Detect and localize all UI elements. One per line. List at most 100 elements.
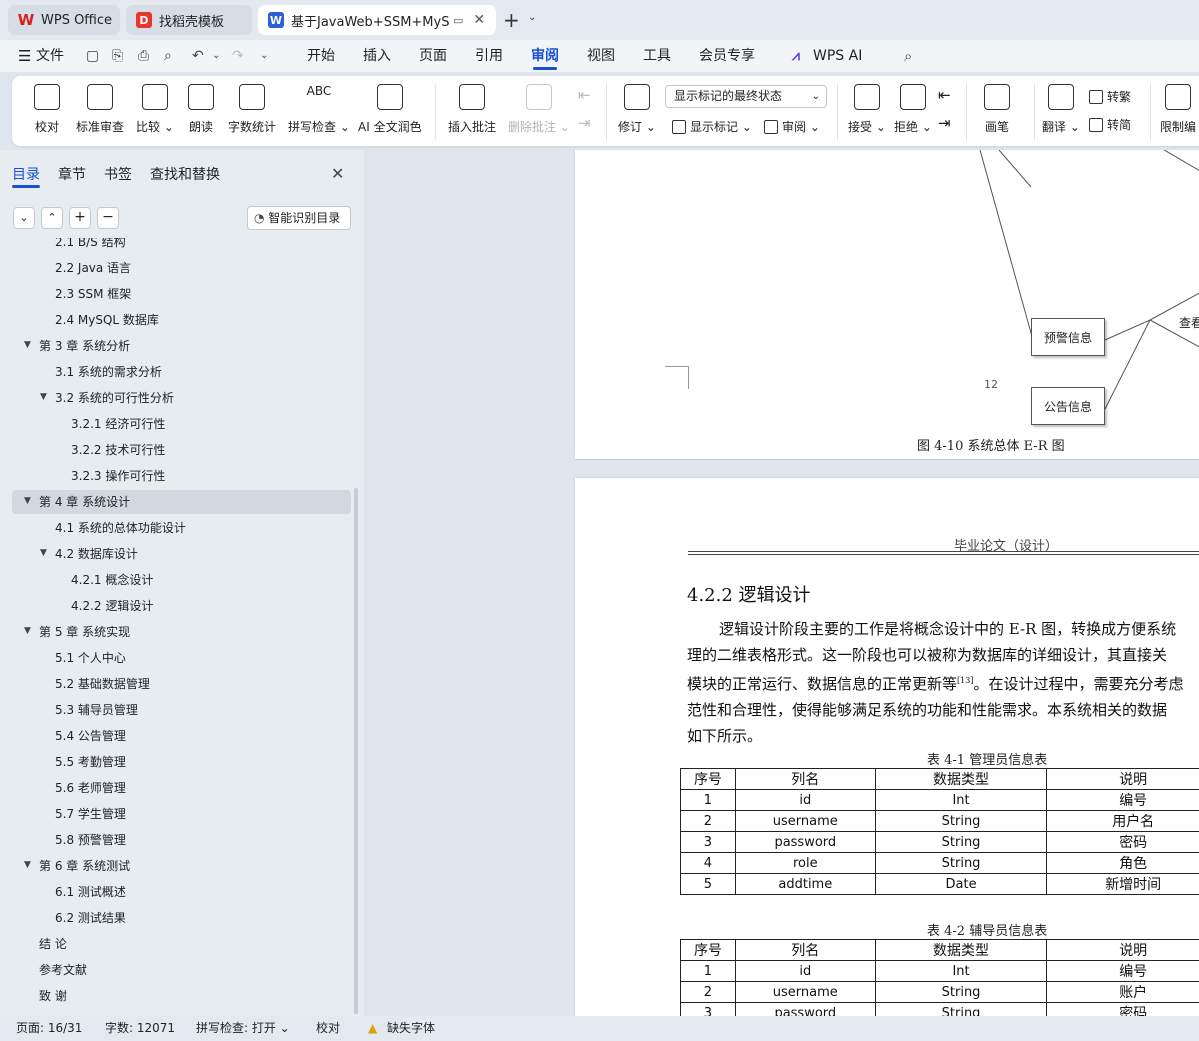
expand-triangle-icon[interactable]: ▼ (24, 340, 31, 350)
ink-button[interactable]: 画笔 (984, 84, 1010, 135)
print-icon[interactable]: ⎙ (138, 40, 149, 72)
menu-page[interactable]: 页面 (419, 40, 447, 72)
chevron-down-icon[interactable]: ⌄ (528, 12, 536, 23)
toc-item[interactable]: 第 6 章 系统测试 (39, 855, 130, 877)
page-indicator[interactable]: 页面: 16/31 (16, 1016, 82, 1041)
tab-wps-office[interactable]: W WPS Office (8, 5, 120, 35)
compare-button[interactable]: 比较 ⌄ (136, 84, 174, 135)
spell-check-toggle[interactable]: 拼写检查: 打开 ⌄ (196, 1016, 290, 1041)
toc-item[interactable]: 4.2.2 逻辑设计 (71, 595, 153, 617)
undo-icon[interactable]: ↶ (192, 40, 204, 72)
tab-document[interactable]: W 基于JavaWeb+SSM+MySQ ▭ ✕ (258, 5, 496, 35)
standard-review-button[interactable]: 标准审查 (76, 84, 124, 135)
screen-icon[interactable]: ▭ (453, 14, 463, 27)
toc-item[interactable]: 5.6 老师管理 (55, 777, 126, 799)
to-traditional-button[interactable]: 转繁 (1089, 88, 1131, 105)
smart-toc-button[interactable]: ◔ 智能识别目录 (247, 206, 351, 230)
undo-dropdown-icon[interactable]: ⌄ (212, 40, 220, 72)
next-comment-icon[interactable]: ⇥ (578, 114, 591, 132)
missing-font-indicator[interactable]: 缺失字体 (387, 1016, 435, 1041)
expand-triangle-icon[interactable]: ▼ (24, 860, 31, 870)
toc-item[interactable]: 参考文献 (39, 959, 87, 981)
toc-item[interactable]: 第 3 章 系统分析 (39, 335, 130, 357)
tab-toc[interactable]: 目录 (12, 164, 40, 184)
new-tab-icon[interactable]: + (503, 8, 520, 32)
toc-item[interactable]: 5.2 基础数据管理 (55, 673, 150, 695)
toc-item[interactable]: 结 论 (39, 933, 67, 955)
proofread-button[interactable]: 校对 (34, 84, 60, 135)
toc-item[interactable]: 5.8 预警管理 (55, 829, 126, 851)
toc-item[interactable]: 2.1 B/S 结构 (55, 238, 126, 253)
show-markup-button[interactable]: 显示标记 ⌄ (672, 118, 752, 135)
more-icon[interactable]: ⌄ (260, 40, 268, 72)
toc-item[interactable]: 4.2 数据库设计 (55, 543, 138, 565)
track-changes-button[interactable]: 修订 ⌄ (618, 84, 656, 135)
menu-insert[interactable]: 插入 (363, 40, 391, 72)
toc-item[interactable]: 第 5 章 系统实现 (39, 621, 130, 643)
toc-item[interactable]: 3.2.1 经济可行性 (71, 413, 165, 435)
spell-check-button[interactable]: ABC 拼写检查 ⌄ (288, 84, 350, 135)
toc-item[interactable]: 2.2 Java 语言 (55, 257, 131, 279)
tab-find-replace[interactable]: 查找和替换 (150, 164, 220, 184)
translate-button[interactable]: 翻译 ⌄ (1042, 84, 1080, 135)
close-pane-icon[interactable]: ✕ (331, 164, 344, 183)
hamburger-icon[interactable]: ☰ (18, 40, 31, 72)
export-icon[interactable]: ⎘ (112, 40, 123, 72)
expand-icon[interactable]: + (69, 207, 91, 229)
toc-item[interactable]: 6.2 测试结果 (55, 907, 126, 929)
search-icon[interactable]: ⌕ (904, 40, 912, 72)
collapse-icon[interactable]: − (97, 207, 119, 229)
ai-polish-button[interactable]: AI 全文润色 (358, 84, 422, 135)
toc-item[interactable]: 2.3 SSM 框架 (55, 283, 131, 305)
word-count-button[interactable]: 字数统计 (228, 84, 276, 135)
menu-tools[interactable]: 工具 (643, 40, 671, 72)
toc-item[interactable]: 5.7 学生管理 (55, 803, 126, 825)
toc-scrollbar[interactable] (354, 488, 358, 1014)
word-count-indicator[interactable]: 字数: 12071 (105, 1016, 175, 1041)
tab-docer-templates[interactable]: D 找稻壳模板 (126, 5, 252, 35)
toc-item[interactable]: 致 谢 (39, 985, 67, 1007)
toc-item[interactable]: 4.2.1 概念设计 (71, 569, 153, 591)
prev-change-icon[interactable]: ⇤ (938, 86, 951, 104)
menu-references[interactable]: 引用 (475, 40, 503, 72)
toc-item[interactable]: 3.2.2 技术可行性 (71, 439, 165, 461)
menu-wps-ai[interactable]: WPS AI (813, 40, 862, 72)
menu-file[interactable]: 文件 (36, 40, 64, 72)
expand-triangle-icon[interactable]: ▼ (40, 392, 47, 402)
to-simplified-button[interactable]: 转简 (1089, 116, 1131, 133)
accept-button[interactable]: 接受 ⌄ (848, 84, 886, 135)
display-state-select[interactable]: 显示标记的最终状态 ⌄ (665, 85, 827, 108)
toc-item[interactable]: 5.5 考勤管理 (55, 751, 126, 773)
toc-item[interactable]: 2.4 MySQL 数据库 (55, 309, 159, 331)
toc-item[interactable]: 6.1 测试概述 (55, 881, 126, 903)
close-tab-icon[interactable]: ✕ (473, 12, 485, 28)
print-preview-icon[interactable]: ⌕ (164, 40, 172, 72)
toc-item[interactable]: 3.2.3 操作可行性 (71, 465, 165, 487)
review-pane-button[interactable]: 审阅 ⌄ (764, 118, 820, 135)
expand-triangle-icon[interactable]: ▼ (24, 626, 31, 636)
toc-item[interactable]: 第 4 章 系统设计 (39, 491, 130, 513)
expand-triangle-icon[interactable]: ▼ (40, 548, 47, 558)
collapse-down-icon[interactable]: ⌄ (13, 207, 35, 229)
delete-comment-button[interactable]: 删除批注 ⌄ (508, 84, 570, 135)
proof-indicator[interactable]: 校对 (316, 1016, 340, 1041)
tab-chapters[interactable]: 章节 (58, 164, 86, 184)
document-canvas[interactable]: 预警信息 公告信息 查看 图 4-10 系统总体 E-R 图 12 毕业论文（设… (364, 150, 1199, 1016)
tab-bookmarks[interactable]: 书签 (104, 164, 132, 184)
prev-comment-icon[interactable]: ⇤ (578, 86, 591, 104)
reject-button[interactable]: 拒绝 ⌄ (894, 84, 932, 135)
toc-item[interactable]: 4.1 系统的总体功能设计 (55, 517, 186, 539)
menu-member[interactable]: 会员专享 (699, 40, 755, 72)
expand-triangle-icon[interactable]: ▼ (24, 496, 31, 506)
read-aloud-button[interactable]: 朗读 (188, 84, 214, 135)
menu-start[interactable]: 开始 (307, 40, 335, 72)
toc-item[interactable]: 5.3 辅导员管理 (55, 699, 138, 721)
restrict-editing-button[interactable]: 限制编 (1160, 84, 1196, 135)
toc-item[interactable]: 5.4 公告管理 (55, 725, 126, 747)
toc-item[interactable]: 5.1 个人中心 (55, 647, 126, 669)
save-icon[interactable]: ▢ (86, 40, 99, 72)
toc-item[interactable]: 3.1 系统的需求分析 (55, 361, 162, 383)
toc-item[interactable]: 3.2 系统的可行性分析 (55, 387, 174, 409)
next-change-icon[interactable]: ⇥ (938, 114, 951, 132)
insert-comment-button[interactable]: 插入批注 (448, 84, 496, 135)
